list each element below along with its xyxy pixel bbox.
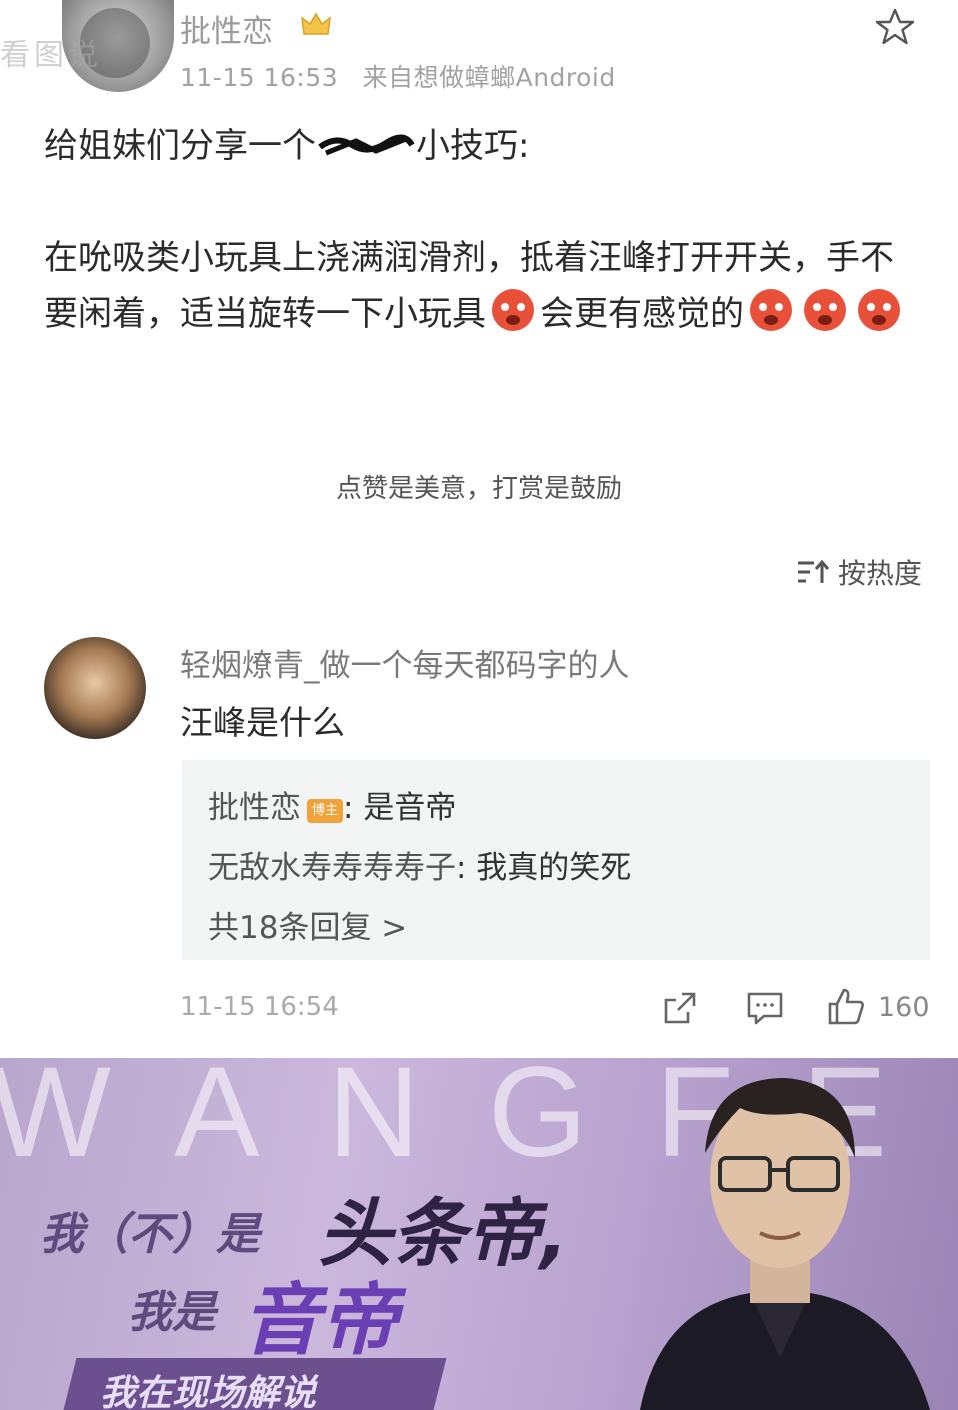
reply-item[interactable]: 批性恋 博主: 是音帝 — [208, 782, 456, 827]
crown-icon — [301, 12, 331, 35]
post-paragraph-2: 在吮吸类小玩具上浇满润滑剂，抵着汪峰打开开关，手不要闲着，适当旋转一下小玩具 会更… — [44, 230, 924, 342]
post-text: 会更有感觉的 — [540, 294, 744, 334]
post-paragraph-1: 给姐妹们分享一个 小技巧: — [44, 118, 924, 174]
commenter-avatar[interactable] — [44, 637, 146, 739]
replies-box[interactable]: 批性恋 博主: 是音帝 无敌水寿寿寿寿子: 我真的笑死 共18条回复 > — [182, 760, 930, 960]
sort-label: 按热度 — [838, 557, 923, 590]
censor-scribble — [318, 134, 415, 156]
sort-icon — [798, 559, 830, 583]
author-badge: 博主 — [307, 799, 344, 823]
banner-image: WANGFENG 我（不）是 头条帝, 我是 音帝 我在现场解说 — [0, 1058, 958, 1410]
post-timestamp: 11-15 16:53 — [180, 63, 339, 92]
banner-line-2: 我是 — [128, 1287, 216, 1338]
star-icon[interactable] — [874, 6, 916, 48]
banner-line-3: 我在现场解说 — [100, 1373, 317, 1410]
hot-face-emoji-icon — [750, 289, 792, 331]
post-body: 给姐妹们分享一个 小技巧: 在吮吸类小玩具上浇满润滑剂，抵着汪峰打开开关，手不要闲… — [44, 118, 924, 342]
reply-user[interactable]: 无敌水寿寿寿寿子 — [208, 850, 456, 886]
commenter-name[interactable]: 轻烟燎青_做一个每天都码字的人 — [180, 640, 630, 685]
person-photo — [640, 1078, 930, 1410]
comment-text: 汪峰是什么 — [180, 703, 345, 742]
sort-by-hot-button[interactable]: 按热度 — [796, 552, 922, 592]
reply-text: : 我真的笑死 — [456, 850, 632, 886]
reward-text[interactable]: 点赞是美意，打赏是鼓励 — [0, 468, 958, 505]
post-text: 给姐妹们分享一个 — [44, 126, 316, 166]
hot-face-emoji-icon — [804, 289, 846, 331]
share-icon[interactable] — [662, 990, 698, 1026]
reply-text: : 是音帝 — [343, 790, 457, 826]
comment-icon[interactable] — [746, 990, 784, 1026]
post-source: 来自想做蟑螂Android — [362, 63, 616, 92]
post-meta: 11-15 16:53 来自想做蟑螂Android — [180, 58, 616, 94]
watermark: 看图说 — [0, 38, 102, 73]
author-name[interactable]: 批性恋 — [180, 6, 273, 51]
hot-face-emoji-icon — [492, 289, 534, 331]
reply-user[interactable]: 批性恋 — [208, 790, 301, 826]
post-text: 小技巧: — [416, 126, 530, 166]
comment-timestamp: 11-15 16:54 — [180, 992, 339, 1022]
thumbs-up-icon[interactable] — [826, 986, 866, 1026]
banner-line-1: 我（不）是 — [40, 1209, 260, 1260]
reply-item[interactable]: 无敌水寿寿寿寿子: 我真的笑死 — [208, 842, 631, 887]
post-header: 看图说 批性恋 11-15 16:53 来自想做蟑螂Android — [0, 0, 958, 105]
hot-face-emoji-icon — [858, 289, 900, 331]
banner-line-2-highlight: 音帝 — [242, 1276, 399, 1366]
more-replies-link[interactable]: 共18条回复 > — [208, 902, 407, 947]
like-count: 160 — [878, 992, 930, 1023]
